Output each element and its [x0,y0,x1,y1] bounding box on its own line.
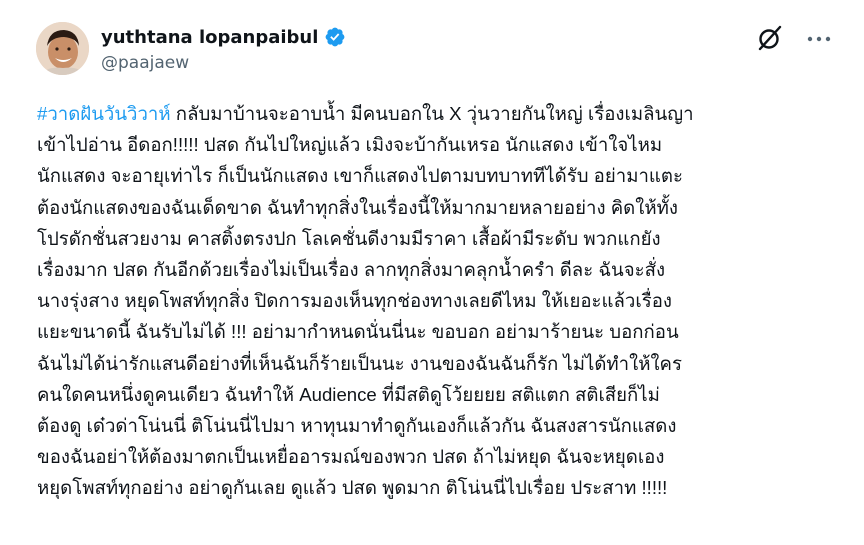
post-text-line: นางรุ่งสาง หยุดโพสท์ทุกสิ่ง ปิดการมองเห็… [37,290,672,312]
post-text-line: คนใดคนหนึ่งดูคนเดียว ฉันทำให้ Audience ท… [37,383,660,405]
avatar-image [36,22,89,75]
post-text-line: ของฉันอย่าให้ต้องมาตกเป็นเหยื่ออารมณ์ของ… [37,446,665,468]
post-text-line: ต้องนักแสดงของฉันเด็ดขาด ฉันทำทุกสิ่งในเ… [37,196,678,218]
post-text-line: ฉันไม่ได้น่ารักแสนดีอย่างที่เห็นฉันก็ร้า… [37,352,682,374]
post-text-line: โปรดักชั่นสวยงาม คาสติ้งตรงปก โลเคชั่นดี… [37,227,661,249]
post-card: yuthtana lopanpaibul @paajaew #วาดฝันวัน… [0,0,864,545]
post-text-first-line: กลับมาบ้านจะอาบน้ำ มีคนบอกใน X วุ่นวายกั… [170,103,694,124]
post-text-line: ต้องดู เด๋วด่าโน่นนี่ ติโน่นนี่ไปมา หาทุ… [37,415,677,437]
name-row: yuthtana lopanpaibul [101,25,346,49]
author-display-name[interactable]: yuthtana lopanpaibul [101,27,318,48]
post-text-line: เรื่องมาก ปสด กันอีกด้วยเรื่องไม่เป็นเรื… [37,259,666,281]
author-names: yuthtana lopanpaibul @paajaew [101,25,346,73]
avatar[interactable] [36,22,89,75]
post-text-line: #วาดฝันวันวิวาห์ กลับมาบ้านจะอาบน้ำ มีคน… [37,98,827,129]
post-text-line: แยะขนาดนี้ ฉันรับไม่ได้ !!! อย่ามากำหนดน… [37,321,679,343]
author-handle[interactable]: @paajaew [101,53,346,73]
post-header: yuthtana lopanpaibul @paajaew [36,22,834,78]
verified-badge-icon[interactable] [324,26,346,48]
hashtag-link[interactable]: #วาดฝันวันวิวาห์ [37,103,171,124]
grok-icon[interactable] [756,24,784,52]
more-options-icon[interactable] [804,24,834,54]
post-text: #วาดฝันวันวิวาห์ กลับมาบ้านจะอาบน้ำ มีคน… [37,98,827,504]
post-text-line: เข้าไปอ่าน อีดอก!!!!! ปสด กันไปใหญ่แล้ว … [37,134,663,156]
post-text-line: นักแสดง จะอายุเท่าไร ก็เป็นนักแสดง เขาก็… [37,165,683,187]
post-text-line: หยุดโพสท์ทุกอย่าง อย่าดูกันเลย ดูแล้ว ปส… [37,477,668,499]
